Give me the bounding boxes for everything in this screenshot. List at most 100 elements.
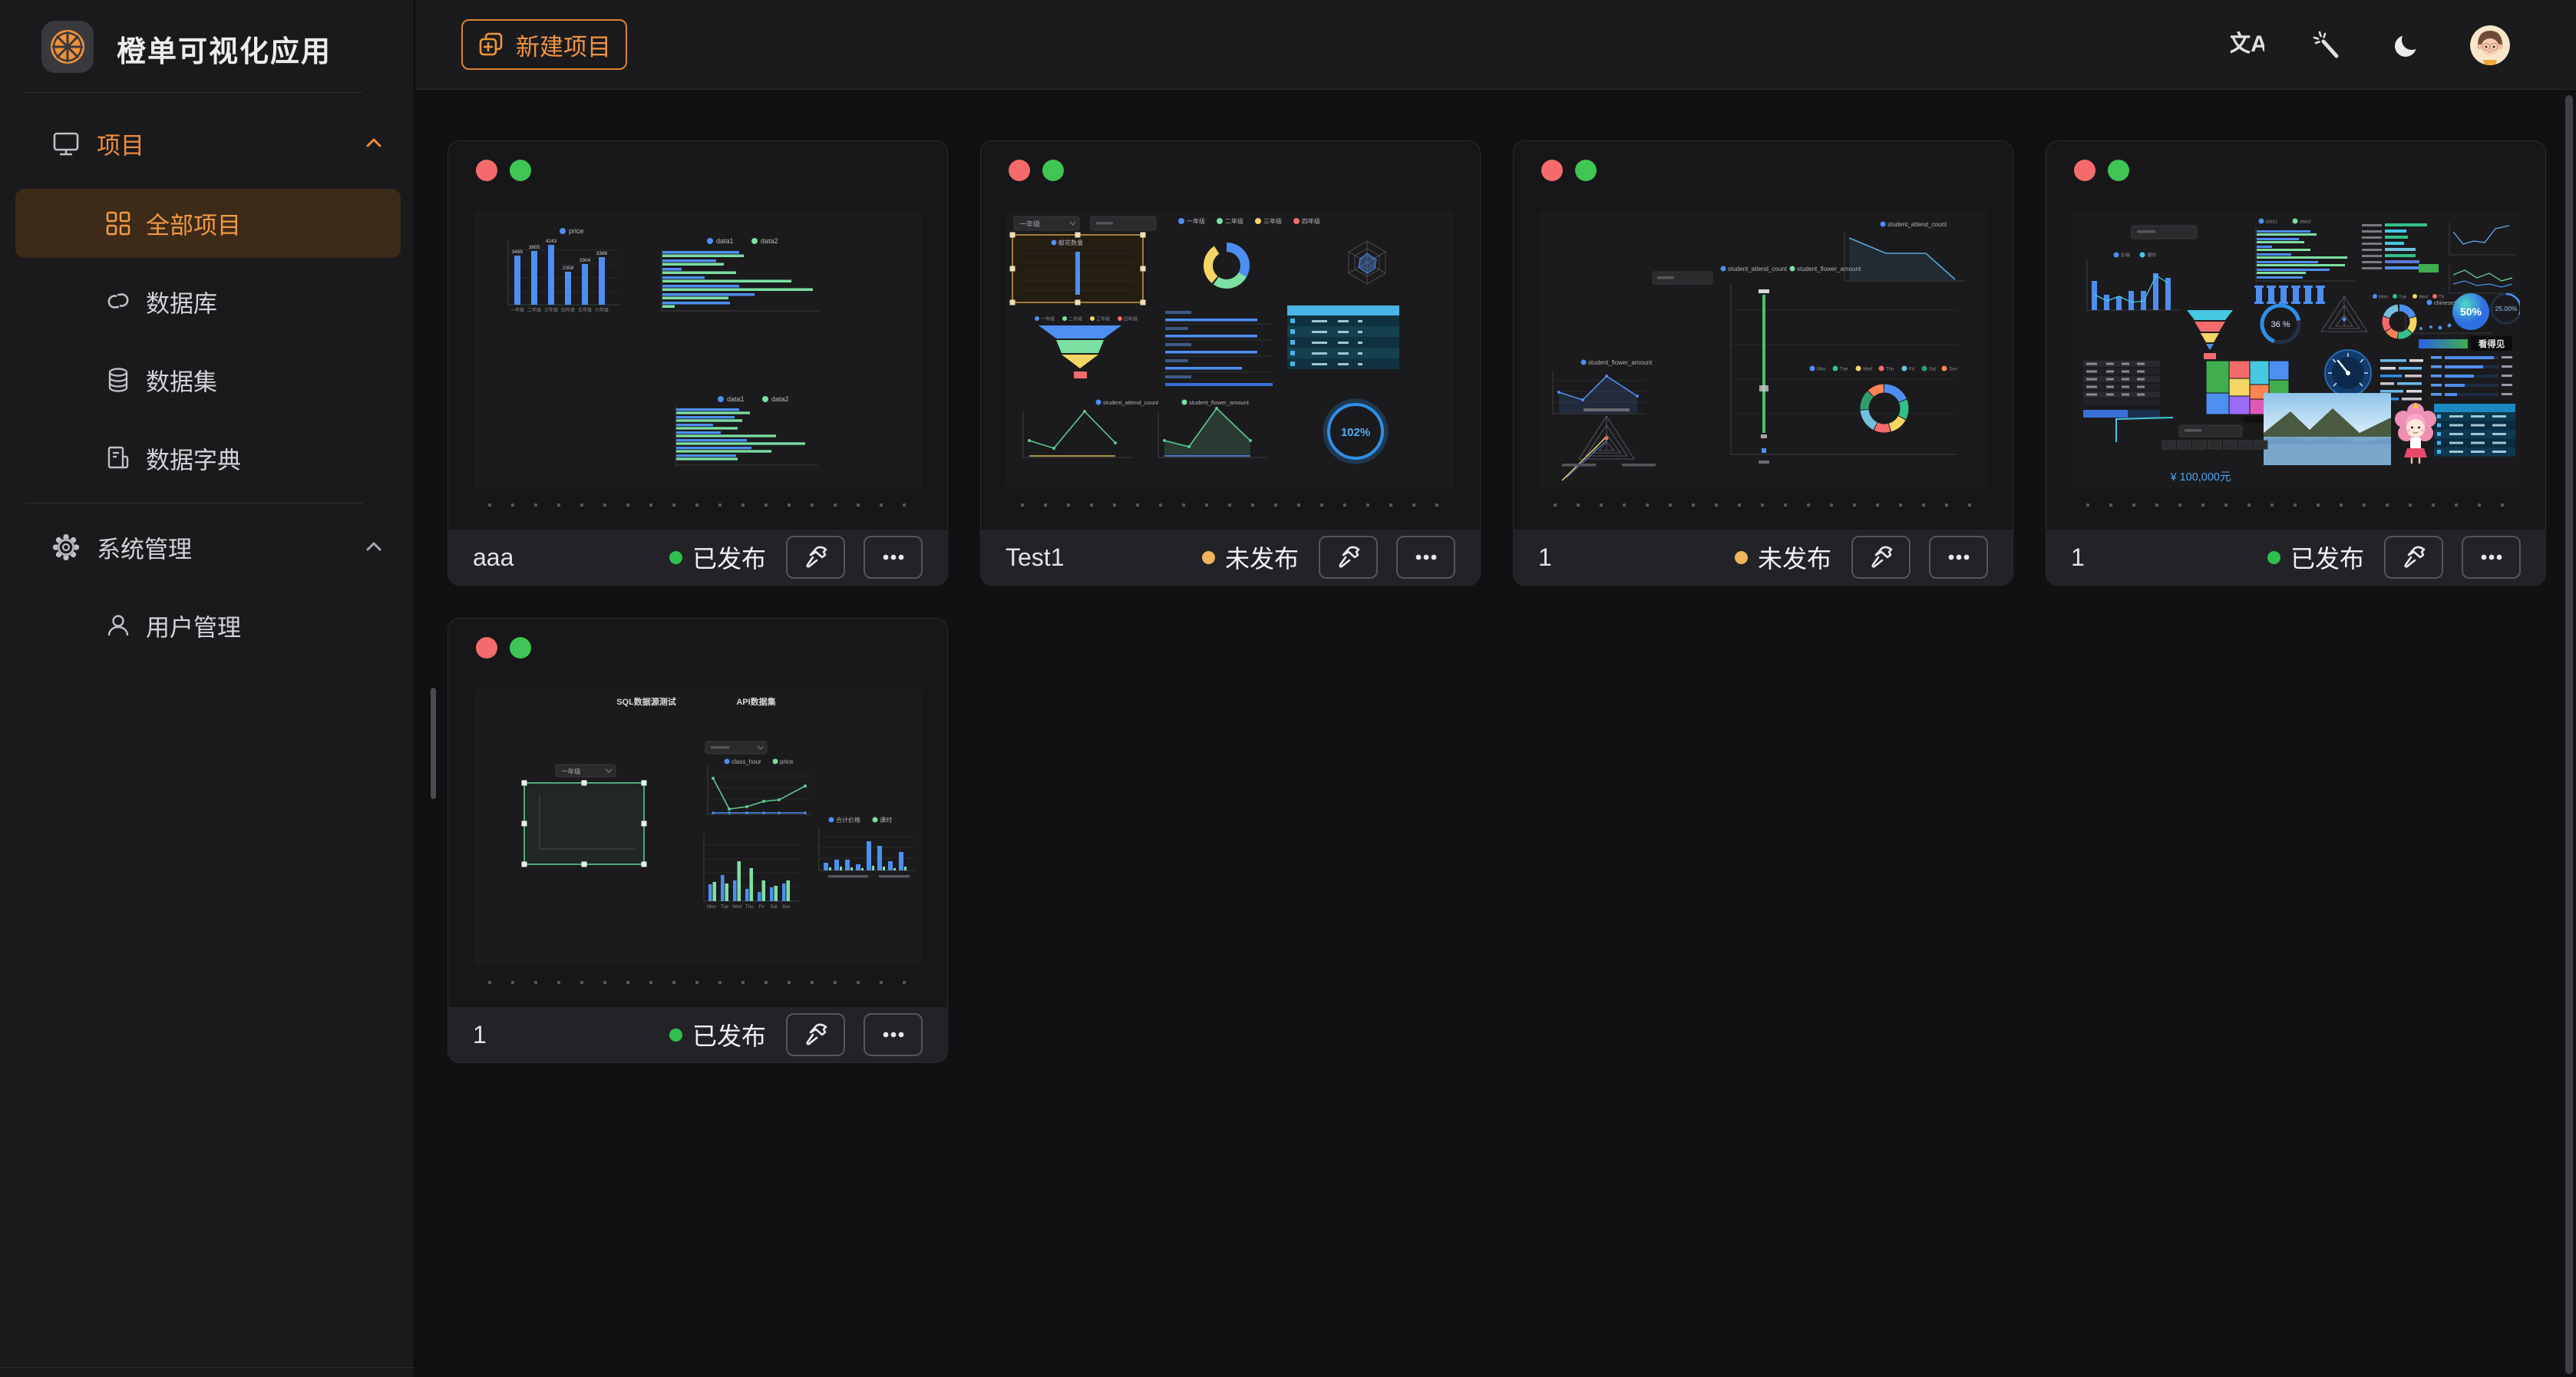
svg-text:3805: 3805 — [529, 245, 540, 250]
green-dot — [1042, 160, 1064, 181]
traffic-dots — [2074, 160, 2129, 181]
project-thumbnail[interactable]: data1 data2 — [2072, 210, 2520, 489]
hammer-icon — [1866, 542, 1897, 573]
more-actions-button[interactable] — [2462, 536, 2521, 579]
red-dot — [476, 160, 497, 181]
svg-text:Tue: Tue — [1840, 368, 1848, 372]
svg-text:一年级: 一年级 — [1019, 220, 1040, 228]
new-project-label: 新建项目 — [516, 28, 611, 62]
card-footer: 1 已发布 — [2046, 530, 2545, 585]
status-badge: 未发布 — [1735, 540, 1831, 575]
project-thumbnail[interactable]: price 3495 3805 4243 2358 2904 3386 一年级 … — [474, 210, 922, 489]
project-name: 1 — [473, 1021, 669, 1049]
monitor-icon — [51, 128, 81, 159]
document-icon — [104, 444, 132, 472]
edit-project-button[interactable] — [2384, 536, 2443, 579]
svg-text:class_hour: class_hour — [732, 758, 761, 765]
project-card: data1 data2 — [2046, 140, 2546, 586]
svg-text:¥ 100,000元: ¥ 100,000元 — [2169, 471, 2231, 484]
more-actions-button[interactable] — [864, 1013, 923, 1056]
project-card: SQL数据源测试 API数据集 一年级 — [447, 618, 948, 1063]
language-switch-button[interactable]: 文A — [2231, 28, 2264, 62]
project-thumbnail[interactable]: student_attend_count student_attend_coun… — [1539, 210, 1987, 489]
status-label: 已发布 — [2290, 540, 2364, 575]
sidebar-bottom-divider — [0, 1367, 414, 1368]
new-project-button[interactable]: 新建项目 — [461, 19, 627, 70]
svg-text:三年级: 三年级 — [1263, 217, 1282, 225]
svg-text:25.00%: 25.00% — [2495, 305, 2518, 312]
svg-text:Fri: Fri — [1909, 368, 1914, 372]
edit-project-button[interactable] — [1851, 536, 1911, 579]
more-actions-button[interactable] — [1396, 536, 1455, 579]
hammer-icon — [801, 1019, 831, 1050]
more-actions-button[interactable] — [864, 536, 923, 579]
ellipsis-icon — [878, 1019, 909, 1050]
hammer-icon — [2399, 542, 2429, 573]
status-dot — [1735, 551, 1748, 564]
sidebar-divider — [25, 92, 363, 93]
svg-text:data2: data2 — [771, 395, 789, 403]
svg-text:价格: 价格 — [2121, 253, 2130, 259]
project-thumbnail[interactable]: 一年级 献花数量 一年级 二年级 三年级 — [1006, 210, 1455, 489]
svg-text:student_flower_amount: student_flower_amount — [1797, 266, 1861, 272]
red-dot — [476, 637, 497, 659]
green-dot — [2108, 160, 2129, 181]
dark-mode-toggle[interactable] — [2390, 28, 2424, 62]
project-name: 1 — [2071, 543, 2267, 572]
svg-text:price: price — [780, 758, 794, 765]
svg-text:SQL数据源测试: SQL数据源测试 — [616, 696, 676, 707]
svg-text:二年级: 二年级 — [1225, 217, 1243, 225]
content-scrollbar-thumb[interactable] — [431, 688, 436, 799]
green-dot — [510, 160, 531, 181]
svg-text:献花数量: 献花数量 — [1058, 239, 1083, 246]
sidebar-item-user-management[interactable]: 用户管理 — [0, 599, 414, 652]
user-avatar[interactable] — [2470, 25, 2510, 65]
topbar-actions: 文A — [2231, 0, 2510, 90]
svg-text:合计价格: 合计价格 — [836, 816, 860, 824]
magic-wand-icon — [2310, 28, 2344, 62]
svg-text:四年级: 四年级 — [1124, 316, 1138, 322]
svg-text:student_attend_count: student_attend_count — [1728, 266, 1788, 272]
dotted-separator — [1554, 504, 1979, 507]
status-label: 已发布 — [692, 540, 766, 575]
status-badge: 已发布 — [669, 1017, 766, 1052]
page-scrollbar-thumb[interactable] — [2565, 95, 2573, 1374]
dashboard-preview: student_attend_count student_attend_coun… — [1539, 210, 1987, 489]
status-label: 未发布 — [1758, 540, 1831, 575]
svg-text:2358: 2358 — [563, 266, 574, 271]
svg-text:Mon: Mon — [707, 905, 716, 910]
copy-plus-icon — [477, 31, 505, 58]
edit-project-button[interactable] — [1319, 536, 1378, 579]
svg-text:36 %: 36 % — [2271, 320, 2290, 329]
sidebar-section-project[interactable]: 项目 — [0, 117, 414, 170]
svg-text:data1: data1 — [2266, 220, 2278, 225]
sidebar-item-database[interactable]: 数据库 — [0, 275, 414, 329]
sidebar-item-dataset[interactable]: 数据集 — [0, 353, 414, 407]
svg-text:三年级: 三年级 — [544, 307, 558, 313]
more-actions-button[interactable] — [1929, 536, 1988, 579]
dotted-separator — [488, 504, 913, 507]
project-card: 一年级 献花数量 一年级 二年级 三年级 — [980, 140, 1481, 586]
orange-logo-icon — [48, 27, 88, 67]
svg-text:data2: data2 — [761, 237, 778, 245]
project-name: aaa — [473, 543, 669, 572]
svg-text:data1: data1 — [716, 237, 734, 245]
sidebar-section-system[interactable]: 系统管理 — [0, 520, 414, 574]
edit-project-button[interactable] — [786, 536, 845, 579]
svg-text:一年级: 一年级 — [1041, 316, 1055, 322]
card-footer: 1 未发布 — [1514, 530, 2013, 585]
dotted-separator — [1021, 504, 1446, 507]
svg-text:Mon: Mon — [1817, 368, 1826, 372]
magic-wand-button[interactable] — [2310, 28, 2344, 62]
svg-text:API数据集: API数据集 — [736, 696, 776, 707]
sidebar-item-data-dictionary[interactable]: 数据字典 — [0, 431, 414, 485]
sidebar-item-all-projects[interactable]: 全部项目 — [15, 189, 401, 258]
card-footer: Test1 未发布 — [981, 530, 1480, 585]
svg-text:Wed: Wed — [1863, 368, 1872, 372]
user-icon — [104, 612, 132, 639]
red-dot — [2074, 160, 2095, 181]
traffic-dots — [476, 637, 531, 659]
project-thumbnail[interactable]: SQL数据源测试 API数据集 一年级 — [474, 688, 922, 966]
edit-project-button[interactable] — [786, 1013, 845, 1056]
dotted-separator — [488, 981, 913, 984]
